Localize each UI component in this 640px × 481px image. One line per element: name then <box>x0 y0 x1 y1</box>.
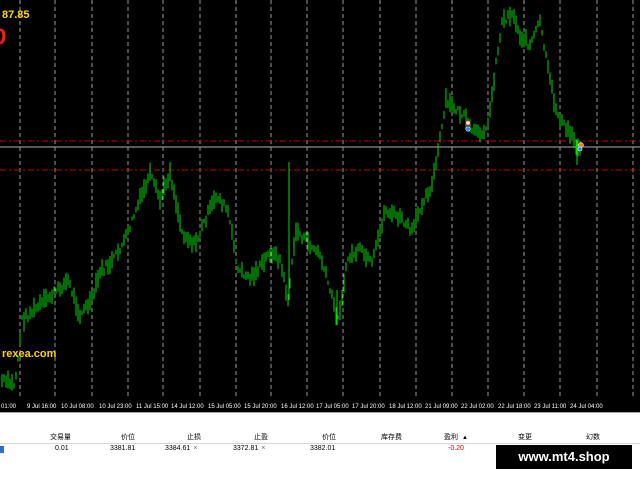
order-type-icon <box>0 446 4 453</box>
sort-arrow-icon: ▲ <box>462 435 468 441</box>
column-header-open-price[interactable]: 价位 <box>121 432 135 442</box>
time-axis-label: 23 Jul 11:00 <box>534 404 567 410</box>
brand-label: rexea.com <box>2 348 57 360</box>
profit-readout: 0 <box>0 24 7 49</box>
order-open-price: 3381.81 <box>110 445 136 452</box>
time-axis-label: 17 Jul 20:00 <box>352 404 385 410</box>
time-axis-label: 01:00 <box>1 404 17 410</box>
trade-marker-icon <box>578 142 584 148</box>
watermark-label: www.mt4.shop <box>496 445 632 469</box>
time-axis-label: 14 Jul 12:00 <box>171 404 204 410</box>
time-axis-label: 17 Jul 05:00 <box>316 404 349 410</box>
time-axis-label: 22 Jul 18:00 <box>498 404 531 410</box>
time-axis-label: 11 Jul 15:00 <box>136 404 169 410</box>
remove-tp-icon[interactable]: × <box>261 445 265 452</box>
time-axis-label: 10 Jul 23:00 <box>99 404 132 410</box>
profit-header-label: 盈利 <box>444 434 458 441</box>
candlestick-chart[interactable]: 01:00 9 Jul 16:00 10 Jul 08:00 10 Jul 23:00… <box>0 0 640 412</box>
column-header-volume[interactable]: 交易量 <box>50 432 71 442</box>
time-axis-label: 18 Jul 12:00 <box>389 404 422 410</box>
remove-sl-icon[interactable]: × <box>193 445 197 452</box>
column-header-profit[interactable]: 盈利 ▲ <box>444 432 468 442</box>
order-stop-loss[interactable]: 3384.61 × <box>165 445 197 452</box>
order-sl-value: 3384.61 <box>165 445 191 452</box>
time-axis-label: 16 Jul 12:00 <box>281 404 314 410</box>
time-axis-label: 24 Jul 04:00 <box>570 404 603 410</box>
column-header-swap[interactable]: 库存费 <box>381 432 402 442</box>
trade-table-header: 交易量 价位 止损 止盈 价位 库存费 盈利 ▲ 变更 幻数 <box>0 431 640 444</box>
time-axis-label: 15 Jul 05:00 <box>208 404 241 410</box>
time-axis-label: 10 Jul 08:00 <box>61 404 94 410</box>
column-header-sl[interactable]: 止损 <box>187 432 201 442</box>
order-take-profit[interactable]: 3372.81 × <box>233 445 265 452</box>
order-volume: 0.01 <box>55 445 69 452</box>
trade-marker-icon <box>577 146 583 152</box>
time-axis-label: 15 Jul 20:00 <box>244 404 277 410</box>
price-chart-area[interactable]: 01:00 9 Jul 16:00 10 Jul 08:00 10 Jul 23:00… <box>0 0 640 412</box>
column-header-tp[interactable]: 止盈 <box>254 432 268 442</box>
column-header-current-price[interactable]: 价位 <box>322 432 336 442</box>
time-axis-label: 21 Jul 09:00 <box>425 404 458 410</box>
trade-marker-icon <box>465 126 471 132</box>
order-profit: -0.20 <box>448 445 464 452</box>
trade-marker-icon <box>465 120 471 126</box>
order-current-price: 3382.01 <box>310 445 336 452</box>
order-tp-value: 3372.81 <box>233 445 259 452</box>
time-axis-label: 9 Jul 16:00 <box>27 404 57 410</box>
column-header-change[interactable]: 变更 <box>518 432 532 442</box>
column-header-magic[interactable]: 幻数 <box>586 432 600 442</box>
price-readout: 87.85 <box>2 9 30 21</box>
time-axis-label: 22 Jul 02:00 <box>461 404 494 410</box>
